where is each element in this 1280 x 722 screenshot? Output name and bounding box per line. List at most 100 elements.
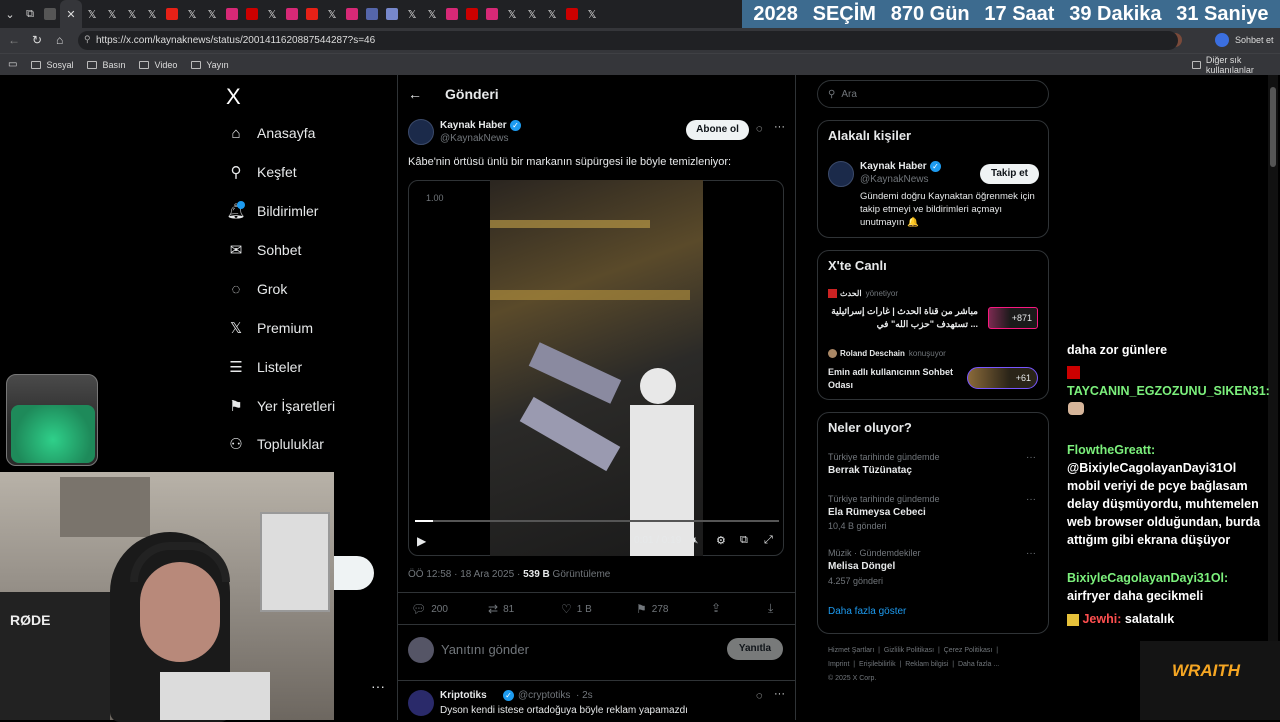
- related-avatar[interactable]: [828, 161, 854, 187]
- reply-avatar[interactable]: [408, 690, 434, 716]
- reload-icon[interactable]: ↻: [32, 33, 42, 47]
- trend-name[interactable]: Ela Rümeysa Cebeci: [828, 507, 926, 518]
- tab-x-icon[interactable]: 𝕏: [402, 0, 422, 28]
- bookmark-folder-video[interactable]: Video: [139, 60, 177, 70]
- tab-news-icon[interactable]: [562, 0, 582, 28]
- tab-youtube-icon[interactable]: [162, 0, 182, 28]
- pip-icon[interactable]: ⧉: [740, 534, 748, 547]
- tab-youtube-icon[interactable]: [302, 0, 322, 28]
- active-tab[interactable]: ✕: [60, 0, 82, 28]
- profile-label[interactable]: Sohbet et: [1235, 35, 1274, 45]
- scrollbar-thumb[interactable]: [1270, 87, 1276, 167]
- nav-item-bookmarks[interactable]: ⚑ Yer İşaretleri: [228, 398, 335, 415]
- footer-link[interactable]: Gizlilik Politikası: [884, 647, 934, 654]
- tab-instagram-icon[interactable]: [222, 0, 242, 28]
- url-field[interactable]: ⚲ https://x.com/kaynaknews/status/200141…: [78, 31, 1178, 50]
- tab-instagram-icon[interactable]: [442, 0, 462, 28]
- reply-handle[interactable]: @cryptotiks: [518, 690, 570, 701]
- tab-x-icon[interactable]: 𝕏: [262, 0, 282, 28]
- reply-input[interactable]: Yanıtını gönder: [441, 642, 529, 657]
- related-name[interactable]: Kaynak Haber: [860, 161, 927, 172]
- repost-action[interactable]: ⇄ 81: [488, 602, 514, 616]
- tab-x-icon[interactable]: 𝕏: [422, 0, 442, 28]
- more-icon[interactable]: ···: [774, 121, 785, 133]
- nav-item-grok[interactable]: ◌ Grok: [228, 281, 288, 298]
- tab-news-icon[interactable]: [462, 0, 482, 28]
- tab-instagram-icon[interactable]: [482, 0, 502, 28]
- reply-action[interactable]: 💬︎ 200: [411, 602, 448, 616]
- settings-gear-icon[interactable]: ⚙: [716, 534, 726, 547]
- other-bookmarks[interactable]: Diğer sık kullanılanlar: [1192, 55, 1280, 75]
- tab-actions-icon[interactable]: ⧉: [20, 0, 40, 28]
- tab-list-icon[interactable]: ⌄: [0, 0, 20, 28]
- footer-link[interactable]: Daha fazla ...: [958, 661, 999, 668]
- trend-name[interactable]: Berrak Tüzünataç: [828, 465, 912, 476]
- subscribe-button[interactable]: Abone ol: [686, 120, 749, 140]
- avatar[interactable]: [408, 637, 434, 663]
- download-icon[interactable]: ⤓: [768, 601, 773, 616]
- tab-x-icon[interactable]: 𝕏: [542, 0, 562, 28]
- reply-button[interactable]: Yanıtla: [727, 638, 783, 660]
- reading-list-icon[interactable]: ▭: [8, 59, 17, 70]
- more-icon[interactable]: ···: [1026, 548, 1036, 559]
- tab-x-icon[interactable]: 𝕏: [122, 0, 142, 28]
- footer-link[interactable]: Reklam bilgisi: [905, 661, 948, 668]
- live-host-1[interactable]: الحدث yönetiyor: [828, 289, 898, 298]
- bookmark-action[interactable]: ⚑ 278: [636, 602, 668, 616]
- author-avatar[interactable]: [408, 119, 434, 145]
- nav-item-home[interactable]: ⌂ Anasayfa: [228, 125, 315, 142]
- play-icon[interactable]: ▶: [417, 534, 426, 548]
- trend-name[interactable]: Melisa Döngel: [828, 561, 895, 572]
- tab-news-icon[interactable]: [362, 0, 382, 28]
- tab-instagram-icon[interactable]: [282, 0, 302, 28]
- tab-x-icon[interactable]: 𝕏: [582, 0, 602, 28]
- nav-item-premium[interactable]: 𝕏 Premium: [228, 320, 313, 337]
- nav-item-explore[interactable]: ⚲ Keşfet: [228, 164, 297, 181]
- tab-news-icon[interactable]: [242, 0, 262, 28]
- grok-icon[interactable]: ◌: [756, 690, 763, 702]
- nav-item-lists[interactable]: ☰ Listeler: [228, 359, 302, 376]
- nav-item-chat[interactable]: ✉ Sohbet: [228, 242, 302, 259]
- footer-link[interactable]: Imprint: [828, 661, 849, 668]
- tab-x-icon[interactable]: 𝕏: [322, 0, 342, 28]
- bookmark-folder-sosyal[interactable]: Sosyal: [31, 60, 73, 70]
- tab-x-icon[interactable]: 𝕏: [182, 0, 202, 28]
- tab-x-icon[interactable]: 𝕏: [502, 0, 522, 28]
- like-action[interactable]: ♡ 1 B: [561, 602, 592, 616]
- home-browser-icon[interactable]: ⌂: [56, 33, 63, 47]
- tab-x-icon[interactable]: 𝕏: [202, 0, 222, 28]
- footer-link[interactable]: Çerez Politikası: [944, 647, 993, 654]
- post-button[interactable]: [334, 556, 374, 590]
- related-handle[interactable]: @KaynakNews: [860, 174, 929, 185]
- mute-icon[interactable]: 🔇︎: [692, 535, 698, 546]
- follow-button[interactable]: Takip et: [980, 164, 1039, 184]
- bookmark-folder-basin[interactable]: Basın: [87, 60, 125, 70]
- tab-news-icon[interactable]: [382, 0, 402, 28]
- author-handle[interactable]: @KaynakNews: [440, 133, 509, 144]
- reply-author[interactable]: Kriptotiks: [440, 690, 487, 701]
- copilot-icon[interactable]: [1215, 33, 1229, 47]
- tab-x-icon[interactable]: 𝕏: [142, 0, 162, 28]
- share-icon[interactable]: ⇪: [711, 601, 721, 615]
- search-input[interactable]: ⚲ Ara: [817, 80, 1049, 108]
- x-logo[interactable]: X: [226, 84, 241, 110]
- nav-item-communities[interactable]: ⚇ Topluluklar: [228, 436, 324, 453]
- more-icon[interactable]: ···: [774, 688, 785, 700]
- footer-link[interactable]: Hizmet Şartları: [828, 647, 874, 654]
- show-more-link[interactable]: Daha fazla göster: [828, 606, 906, 617]
- back-arrow-icon[interactable]: ←: [408, 86, 422, 102]
- bookmark-folder-yayin[interactable]: Yayın: [191, 60, 229, 70]
- video-progress-track[interactable]: [415, 520, 779, 522]
- grok-icon[interactable]: ◌: [756, 123, 763, 135]
- footer-link[interactable]: Erişilebilirlik: [859, 661, 896, 668]
- more-icon[interactable]: ···: [371, 678, 385, 694]
- live-space-title-1[interactable]: مباشر من قناة الحدث | غارات إسرائيلية تس…: [828, 305, 978, 331]
- live-host-2[interactable]: Roland Deschain konuşuyor: [828, 349, 946, 358]
- tab-favicon[interactable]: [40, 0, 60, 28]
- fullscreen-icon[interactable]: ⤢: [764, 534, 773, 547]
- more-icon[interactable]: ···: [1026, 494, 1036, 505]
- back-icon[interactable]: ←: [8, 33, 20, 47]
- tab-instagram-icon[interactable]: [342, 0, 362, 28]
- tab-x-icon[interactable]: 𝕏: [82, 0, 102, 28]
- live-space-title-2[interactable]: Emin adlı kullanıcının Sohbet Odası: [828, 366, 968, 392]
